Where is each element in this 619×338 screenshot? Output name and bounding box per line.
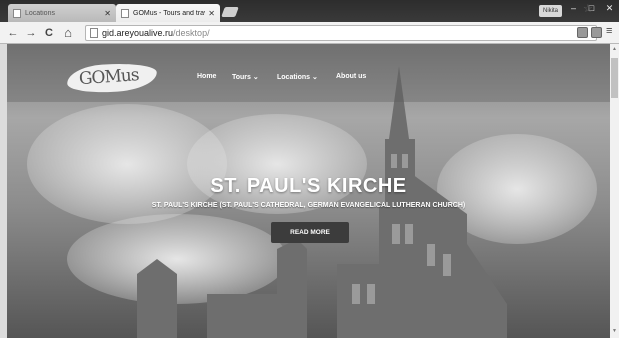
bookmark-star-icon[interactable]: ☆ [583,2,593,15]
page-icon [13,8,21,18]
page-icon [121,8,129,18]
tab-gomus[interactable]: GOMus - Tours and travel ✕ [116,4,220,22]
menu-icon[interactable]: ≡ [606,25,612,37]
home-button[interactable]: ⌂ [61,25,75,41]
extension-icon[interactable] [591,27,602,38]
new-tab-button[interactable] [221,7,239,17]
scrollbar-thumb[interactable] [611,58,618,98]
address-host: gid.areyoualive.ru [102,28,174,38]
site-logo[interactable]: GOMus [66,60,158,96]
address-bar[interactable]: gid.areyoualive.ru/desktop/ [85,25,597,41]
tab-locations[interactable]: Locations ✕ [8,4,116,22]
profile-button[interactable]: Nikita [539,5,563,17]
minimize-button[interactable]: – [565,2,582,15]
scroll-up-icon[interactable]: ▲ [612,46,617,52]
tab-title: Locations [25,9,55,17]
nav-item-locations[interactable]: Locations ⌄ [277,73,318,81]
page-viewport: GOMus Home Tours ⌄ Locations ⌄ About us … [7,44,610,338]
nav-item-tours[interactable]: Tours ⌄ [232,73,259,81]
reload-button[interactable]: C [42,25,56,41]
hero-subtitle: ST. PAUL'S KIRCHE (ST. PAUL'S CATHEDRAL,… [151,202,466,209]
tab-title: GOMus - Tours and travel [133,9,206,17]
close-icon[interactable]: ✕ [208,9,215,18]
nav-item-about[interactable]: About us [336,73,366,80]
page-scrollbar[interactable]: ▲ ▼ [610,44,619,338]
window-close-button[interactable]: ✕ [601,2,618,15]
hero-title: ST. PAUL'S KIRCHE [210,175,407,197]
read-more-button[interactable]: READ MORE [271,222,349,243]
extension-icon[interactable] [577,27,588,38]
back-button[interactable]: ← [6,25,20,41]
close-icon[interactable]: ✕ [104,9,111,18]
forward-button[interactable]: → [24,25,38,41]
page-icon [90,28,98,38]
nav-item-home[interactable]: Home [197,73,216,80]
logo-text: GOMus [78,65,140,90]
browser-toolbar: ← → C ⌂ gid.areyoualive.ru/desktop/ [0,22,619,44]
browser-titlebar: Locations ✕ GOMus - Tours and travel ✕ N… [0,0,619,22]
site-header: GOMus Home Tours ⌄ Locations ⌄ About us [7,44,610,102]
scroll-down-icon[interactable]: ▼ [612,328,617,334]
address-path: /desktop/ [173,28,210,38]
